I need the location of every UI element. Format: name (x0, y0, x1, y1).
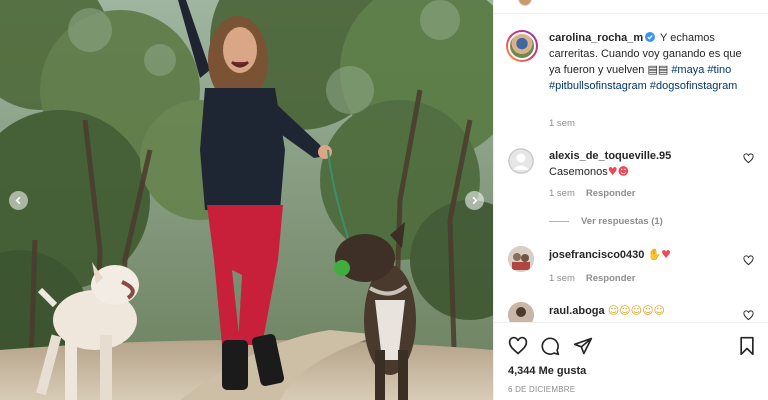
chevron-right-icon[interactable] (465, 191, 484, 210)
post-caption: carolina_rocha_m Y echamos carreritas. C… (549, 31, 754, 94)
divider-line (549, 221, 569, 222)
hashtag-link[interactable]: #dogsofinstagram (650, 80, 737, 92)
comment-item: alexis_de_toqueville.95 Casemonos♥☻ 1 se… (506, 148, 761, 208)
comment-time[interactable]: 1 sem (549, 273, 575, 284)
header-avatar[interactable] (518, 0, 532, 6)
share-icon[interactable] (573, 336, 593, 356)
heart-icon[interactable] (743, 255, 754, 266)
author-avatar[interactable] (506, 30, 538, 62)
chevron-left-icon[interactable] (9, 191, 28, 210)
post-actions: 4,344 Me gusta 6 DE DICIEMBRE (494, 322, 768, 400)
comment-body: alexis_de_toqueville.95 Casemonos♥☻ (549, 149, 744, 180)
comment-meta: 1 sem Responder (549, 273, 636, 284)
caption-emoji: ▤▤ (647, 63, 669, 76)
commenter-avatar[interactable] (508, 148, 534, 174)
likes-count[interactable]: 4,344 Me gusta (508, 365, 586, 377)
author-username[interactable]: carolina_rocha_m (549, 32, 643, 44)
bookmark-icon[interactable] (737, 336, 757, 356)
verified-badge-icon (645, 32, 656, 42)
comment-emoji: ♥☻ (607, 165, 630, 178)
comment-emoji: ✋♥ (647, 248, 672, 261)
hashtag-link[interactable]: #tino (707, 64, 731, 76)
view-replies-label: Ver respuestas (1) (581, 216, 663, 227)
heart-icon[interactable] (508, 336, 528, 356)
comment-time[interactable]: 1 sem (549, 188, 575, 199)
comment-icon[interactable] (540, 336, 560, 356)
view-replies-button[interactable]: Ver respuestas (1) (549, 216, 663, 227)
post-date[interactable]: 6 DE DICIEMBRE (508, 385, 575, 394)
comment-body: josefrancisco0430 ✋♥ (549, 247, 744, 263)
hashtag-link[interactable]: #pitbullsofinstagram (549, 80, 647, 92)
heart-icon[interactable] (743, 310, 754, 321)
commenter-username[interactable]: raul.aboga (549, 305, 605, 317)
commenter-avatar[interactable] (508, 302, 534, 322)
heart-icon[interactable] (743, 153, 754, 164)
commenter-username[interactable]: josefrancisco0430 (549, 249, 644, 261)
post-photo[interactable] (0, 0, 493, 400)
post-side-panel: carolina_rocha_m Y echamos carreritas. C… (493, 0, 768, 400)
reply-button[interactable]: Responder (586, 188, 636, 199)
comment-text: Casemonos (549, 166, 608, 178)
caption-timestamp[interactable]: 1 sem (549, 118, 575, 129)
reply-button[interactable]: Responder (586, 273, 636, 284)
photo-scene (0, 0, 493, 400)
commenter-avatar[interactable] (508, 246, 534, 272)
header-strip (494, 0, 768, 14)
commenter-username[interactable]: alexis_de_toqueville.95 (549, 150, 671, 162)
comment-body: raul.aboga ☺☺☺☺☺ (549, 303, 744, 319)
comment-meta: 1 sem Responder (549, 188, 636, 199)
comment-item: josefrancisco0430 ✋♥ 1 sem Responder (506, 246, 761, 296)
hashtag-link[interactable]: #maya (671, 64, 704, 76)
comment-emoji: ☺☺☺☺☺ (607, 304, 666, 317)
comment-item: raul.aboga ☺☺☺☺☺ (506, 302, 761, 322)
